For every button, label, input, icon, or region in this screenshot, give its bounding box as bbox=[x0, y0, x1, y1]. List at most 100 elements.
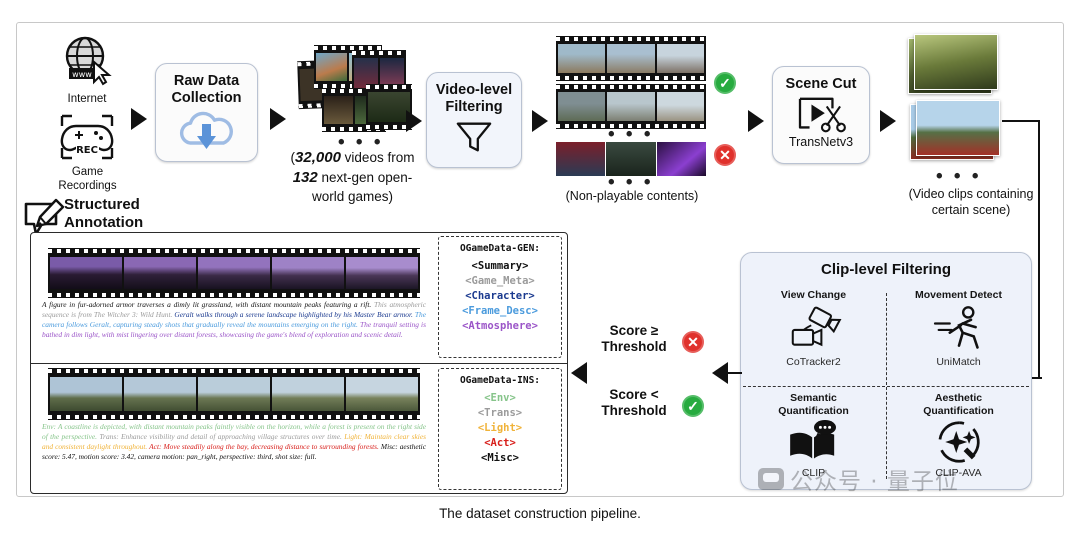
tag-item: <Frame_Desc> bbox=[462, 304, 538, 317]
quadrant-1-tool: UniMatch bbox=[936, 355, 981, 368]
stats-game-count: 132 bbox=[292, 168, 318, 186]
annotation-span: A figure in fur-adorned armor traverses … bbox=[42, 300, 374, 309]
open-book-chat-icon bbox=[741, 417, 886, 467]
stats-video-count: 32,000 bbox=[295, 149, 341, 166]
tag-item: <Character> bbox=[465, 289, 535, 302]
structured-annotation-title: Structured Annotation bbox=[64, 196, 143, 232]
stats-line1-post: videos from bbox=[340, 150, 415, 165]
threshold-above: Score ≥ Threshold bbox=[588, 323, 680, 355]
tag-item: <Env> bbox=[484, 392, 516, 404]
stats-line2-post: next-gen open- bbox=[317, 169, 413, 185]
stage-clip-level-filtering[interactable]: Clip-level Filtering View Change CoTrack… bbox=[740, 252, 1032, 490]
quadrant-2-title: Semantic bbox=[790, 392, 837, 404]
ogamedata-gen-header: OGameData-GEN: bbox=[459, 243, 541, 254]
arrow-threshold-to-annotation bbox=[571, 362, 587, 384]
feedback-line-vertical bbox=[1038, 120, 1040, 378]
rejected-strip bbox=[556, 142, 706, 176]
structured-annotation-title-2: Annotation bbox=[64, 214, 144, 231]
ins-annotation-text: Env: A coastline is depicted, with dista… bbox=[42, 422, 426, 461]
annotation-span: Trans: Enhance visibility and detail of … bbox=[99, 431, 345, 441]
ogamedata-ins-tagbox: OGameData-INS: <Env> <Trans> <Light> <Act> <… bbox=[438, 368, 562, 490]
globe-www-cursor-icon: www bbox=[58, 34, 116, 86]
quadrant-3-title2: Quantification bbox=[923, 404, 994, 417]
gamepad-rec-icon: REC bbox=[56, 110, 118, 164]
rejected-cross-icon: ✕ bbox=[714, 144, 736, 166]
arrow-sources-to-collection bbox=[131, 108, 147, 130]
tag-item: <Game_Meta> bbox=[465, 274, 535, 287]
scene-cut-title: Scene Cut bbox=[785, 76, 857, 92]
tag-item: <Atmosphere> bbox=[462, 319, 538, 332]
ogamedata-gen-tagbox: OGameData-GEN: <Summary> <Game_Meta> <Char… bbox=[438, 236, 562, 358]
quadrant-movement-detect[interactable]: Movement Detect UniMatch bbox=[886, 289, 1031, 368]
arrow-collection-to-videos bbox=[270, 108, 286, 130]
threshold-below: Score < Threshold bbox=[588, 387, 680, 419]
threshold-below-check-icon: ✓ bbox=[682, 395, 704, 417]
ogamedata-ins-header: OGameData-INS: bbox=[459, 375, 541, 386]
ogamedata-gen-tag-list: <Summary> <Game_Meta> <Character> <Frame_De… bbox=[439, 254, 561, 334]
arrow-filtering-to-results bbox=[532, 110, 548, 132]
quadrant-0-tool: CoTracker2 bbox=[786, 355, 841, 368]
quadrant-3-tool: CLIP-AVA bbox=[935, 467, 982, 480]
quadrant-semantic-quantification[interactable]: Semantic Quantification CLIP bbox=[741, 392, 886, 479]
annotation-span: Geralt walks through a serene landscape … bbox=[174, 309, 415, 319]
structured-annotation-title-1: Structured bbox=[64, 196, 140, 213]
quadrant-2-title2: Quantification bbox=[778, 404, 849, 417]
arrow-results-to-scenecut bbox=[748, 110, 764, 132]
figure-caption: The dataset construction pipeline. bbox=[439, 506, 641, 521]
accepted-check-icon: ✓ bbox=[714, 72, 736, 94]
annotation-panel-divider bbox=[31, 363, 567, 364]
clip-filtering-horizontal-divider bbox=[743, 386, 1029, 387]
raw-video-stack: • • • bbox=[292, 40, 414, 153]
threshold-above-cross-icon: ✕ bbox=[682, 331, 704, 353]
threshold-above-line2: Threshold bbox=[601, 339, 667, 355]
figure-root: www Internet REC Game Recordings Raw Dat… bbox=[0, 0, 1080, 539]
quadrant-3-title: Aesthetic bbox=[934, 392, 983, 404]
stage-scene-cut[interactable]: Scene Cut TransNetv3 bbox=[772, 66, 870, 164]
threshold-below-line2: Threshold bbox=[601, 403, 667, 419]
scene-clip-caption-1: (Video clips containing bbox=[908, 187, 1034, 201]
scene-clip-stack bbox=[904, 34, 1024, 164]
dataset-stats: (32,000 videos from 132 next-gen open- w… bbox=[270, 148, 435, 205]
game-label-line2: Recordings bbox=[58, 179, 117, 192]
raw-data-collection-title-1: Raw Data bbox=[173, 73, 240, 89]
tag-item: <Act> bbox=[484, 436, 516, 449]
svg-text:REC: REC bbox=[76, 145, 98, 156]
quadrant-view-change[interactable]: View Change CoTracker2 bbox=[741, 289, 886, 368]
clip-filtering-title: Clip-level Filtering bbox=[820, 261, 952, 278]
gen-film-strip bbox=[48, 248, 420, 298]
sparkle-brush-icon bbox=[886, 417, 1031, 467]
stage-video-level-filtering[interactable]: Video-level Filtering bbox=[426, 72, 522, 168]
scene-clip-ellipsis: • • • bbox=[936, 166, 982, 187]
threshold-above-line1: Score ≥ bbox=[609, 323, 659, 338]
tag-item: <Summary> bbox=[471, 260, 529, 272]
scene-cut-tool: TransNetv3 bbox=[788, 135, 854, 150]
quadrant-1-title: Movement Detect bbox=[915, 289, 1002, 301]
tag-item: <Misc> bbox=[481, 451, 519, 464]
svg-text:www: www bbox=[72, 70, 92, 79]
cloud-download-icon bbox=[174, 111, 240, 151]
ins-film-strip bbox=[48, 368, 420, 420]
quadrant-aesthetic-quantification[interactable]: Aesthetic Quantification CLIP-AVA bbox=[886, 392, 1031, 479]
source-internet-label: Internet bbox=[67, 93, 107, 105]
video-filtering-title-1: Video-level bbox=[435, 82, 513, 98]
play-scissors-icon bbox=[792, 95, 850, 137]
tag-item: <Trans> bbox=[477, 406, 523, 419]
running-person-icon bbox=[886, 302, 1031, 356]
raw-data-collection-title-2: Collection bbox=[171, 90, 242, 107]
threshold-below-line1: Score < bbox=[609, 387, 659, 402]
arrow-clipfilter-to-threshold bbox=[712, 362, 728, 384]
gen-annotation-text: A figure in fur-adorned armor traverses … bbox=[42, 300, 426, 339]
arrow-scenecut-to-clips bbox=[880, 110, 896, 132]
quadrant-2-tool: CLIP bbox=[801, 467, 826, 480]
funnel-icon bbox=[453, 118, 495, 156]
feedback-line-top bbox=[1002, 120, 1040, 122]
game-label-line1: Game bbox=[71, 166, 104, 178]
non-playable-caption: (Non-playable contents) bbox=[565, 189, 699, 203]
arrow-videos-to-filtering bbox=[406, 110, 422, 132]
ogamedata-ins-tag-list: <Env> <Trans> <Light> <Act> <Misc> bbox=[439, 386, 561, 466]
video-filtering-title-2: Filtering bbox=[445, 99, 503, 116]
camera-view-change-icon bbox=[741, 302, 886, 356]
stage-raw-data-collection[interactable]: Raw Data Collection bbox=[155, 63, 258, 162]
quadrant-0-title: View Change bbox=[780, 289, 847, 301]
accepted-strip-1 bbox=[556, 36, 706, 86]
